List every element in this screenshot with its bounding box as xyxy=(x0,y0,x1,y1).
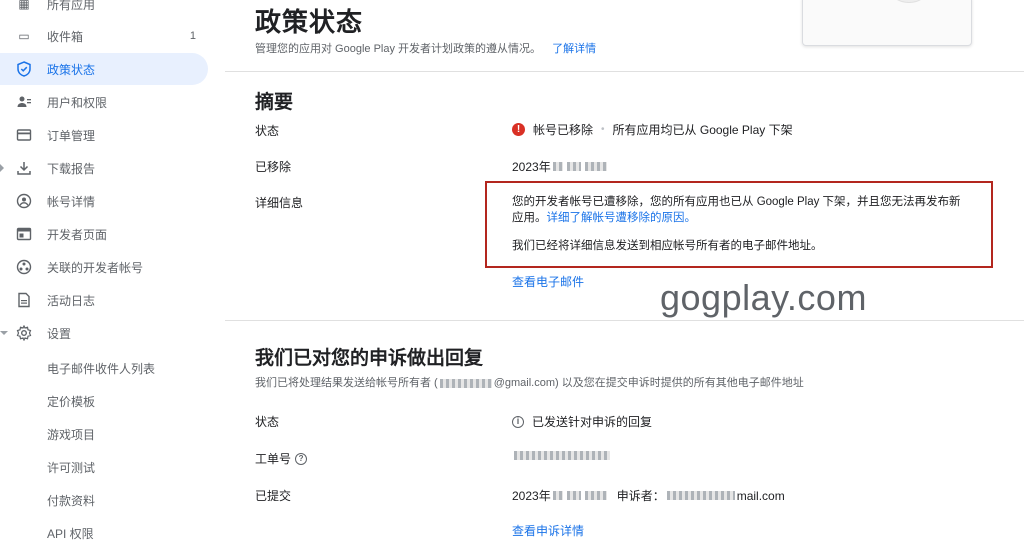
ticket-number xyxy=(512,451,612,460)
download-icon xyxy=(16,160,32,176)
settings-email-recipients[interactable]: 电子邮件收件人列表 xyxy=(47,360,155,377)
removed-date: 2023年 xyxy=(512,158,609,175)
credit-card-icon xyxy=(16,127,32,143)
submitted-label: 已提交 xyxy=(255,489,292,503)
sidebar-item-linked-developer-accounts[interactable]: 关联的开发者帐号 xyxy=(0,251,208,283)
error-icon: ! xyxy=(512,123,525,136)
sidebar-item-download-reports[interactable]: 下载报告 xyxy=(0,152,208,184)
details-label: 详细信息 xyxy=(255,196,304,210)
sidebar-item-label: 帐号详情 xyxy=(47,194,96,209)
redacted-text xyxy=(552,491,563,500)
sidebar-item-label: 活动日志 xyxy=(47,293,96,308)
redacted-text xyxy=(666,491,735,500)
redacted-text xyxy=(439,378,492,388)
watermark: gogplay.com xyxy=(660,277,867,318)
appeal-status-value: i 已发送针对申诉的回复 xyxy=(512,413,652,430)
sidebar: ▦ 所有应用 ▭ 收件箱 1 政策状态 用户和权限 订单管理 下载报告 帐号详情… xyxy=(0,0,215,551)
divider xyxy=(225,71,1024,72)
sidebar-item-label: 下载报告 xyxy=(47,161,96,176)
removed-label: 已移除 xyxy=(255,160,292,174)
sidebar-item-developer-page[interactable]: 开发者页面 xyxy=(0,218,208,250)
redacted-text xyxy=(552,162,563,171)
gear-icon xyxy=(16,325,32,341)
linked-accounts-icon xyxy=(16,259,32,275)
sidebar-item-label: 政策状态 xyxy=(47,62,96,77)
info-icon: i xyxy=(512,415,524,428)
appeal-description: 我们已将处理结果发送给帐号所有者 (@gmail.com) 以及您在提交申诉时提… xyxy=(255,377,804,389)
sidebar-item-label: 设置 xyxy=(47,326,72,341)
divider xyxy=(225,320,1024,321)
settings-pricing-templates[interactable]: 定价模板 xyxy=(47,393,95,410)
activity-log-icon xyxy=(16,292,32,308)
settings-license-testing[interactable]: 许可测试 xyxy=(47,459,95,476)
corner-avatar xyxy=(891,0,927,3)
sidebar-item-all-apps[interactable]: ▦ 所有应用 xyxy=(0,0,208,20)
corner-card xyxy=(802,0,972,46)
sidebar-item-order-management[interactable]: 订单管理 xyxy=(0,119,208,151)
sidebar-item-label: 所有应用 xyxy=(47,0,96,12)
redacted-text xyxy=(514,451,610,460)
sidebar-item-label: 用户和权限 xyxy=(47,95,108,110)
account-circle-icon xyxy=(16,193,32,209)
ticket-label: 工单号 ? xyxy=(255,450,308,467)
users-icon xyxy=(16,94,32,110)
redacted-text xyxy=(566,491,581,500)
details-text: 您的开发者帐号已遭移除，您的所有应用也已从 Google Play 下架，并且您… xyxy=(512,196,961,252)
expand-caret-icon[interactable] xyxy=(0,164,4,172)
settings-game-projects[interactable]: 游戏项目 xyxy=(47,426,95,443)
submitted-value: 2023年 申诉者： mail.com xyxy=(512,488,785,504)
sidebar-item-activity-log[interactable]: 活动日志 xyxy=(0,284,208,316)
sidebar-item-label: 开发者页面 xyxy=(47,227,108,242)
sidebar-item-label: 关联的开发者帐号 xyxy=(47,260,144,275)
appeal-title: 我们已对您的申诉做出回复 xyxy=(255,348,484,369)
collapse-caret-icon[interactable] xyxy=(0,331,8,335)
redacted-text xyxy=(584,162,607,171)
view-appeal-details-link[interactable]: 查看申诉详情 xyxy=(512,522,584,539)
summary-title: 摘要 xyxy=(255,92,294,113)
sidebar-item-settings[interactable]: 设置 xyxy=(0,317,208,349)
sidebar-item-users-permissions[interactable]: 用户和权限 xyxy=(0,86,208,118)
appeal-status-label: 状态 xyxy=(255,415,280,429)
help-icon[interactable]: ? xyxy=(295,452,308,465)
sidebar-item-label: 收件箱 xyxy=(47,29,84,44)
page-title: 政策状态 xyxy=(255,7,364,37)
redacted-text xyxy=(566,162,581,171)
sidebar-item-account-details[interactable]: 帐号详情 xyxy=(0,185,208,217)
page-description: 管理您的应用对 Google Play 开发者计划政策的遵从情况。 了解详情 xyxy=(255,43,597,55)
status-value: ! 帐号已移除 • 所有应用均已从 Google Play 下架 xyxy=(512,121,793,138)
sidebar-item-policy-status[interactable]: 政策状态 xyxy=(0,53,208,85)
sidebar-item-label: 订单管理 xyxy=(47,128,96,143)
settings-payments-profile[interactable]: 付款资料 xyxy=(47,492,95,509)
shield-check-icon xyxy=(16,61,32,77)
apps-grid-icon: ▦ xyxy=(18,0,30,11)
inbox-icon: ▭ xyxy=(18,29,30,43)
settings-api-access[interactable]: API 权限 xyxy=(47,525,94,542)
inbox-count-badge: 1 xyxy=(189,30,196,42)
view-email-link[interactable]: 查看电子邮件 xyxy=(512,273,584,290)
removal-reason-link[interactable]: 详细了解帐号遭移除的原因。 xyxy=(547,212,697,224)
redacted-text xyxy=(584,491,607,500)
status-label: 状态 xyxy=(255,124,280,138)
dot-separator: • xyxy=(601,124,605,135)
web-page-icon xyxy=(16,226,32,242)
main-content: 政策状态 管理您的应用对 Google Play 开发者计划政策的遵从情况。 了… xyxy=(225,0,1024,551)
sidebar-item-inbox[interactable]: ▭ 收件箱 1 xyxy=(0,20,208,52)
learn-more-link[interactable]: 了解详情 xyxy=(552,43,596,55)
